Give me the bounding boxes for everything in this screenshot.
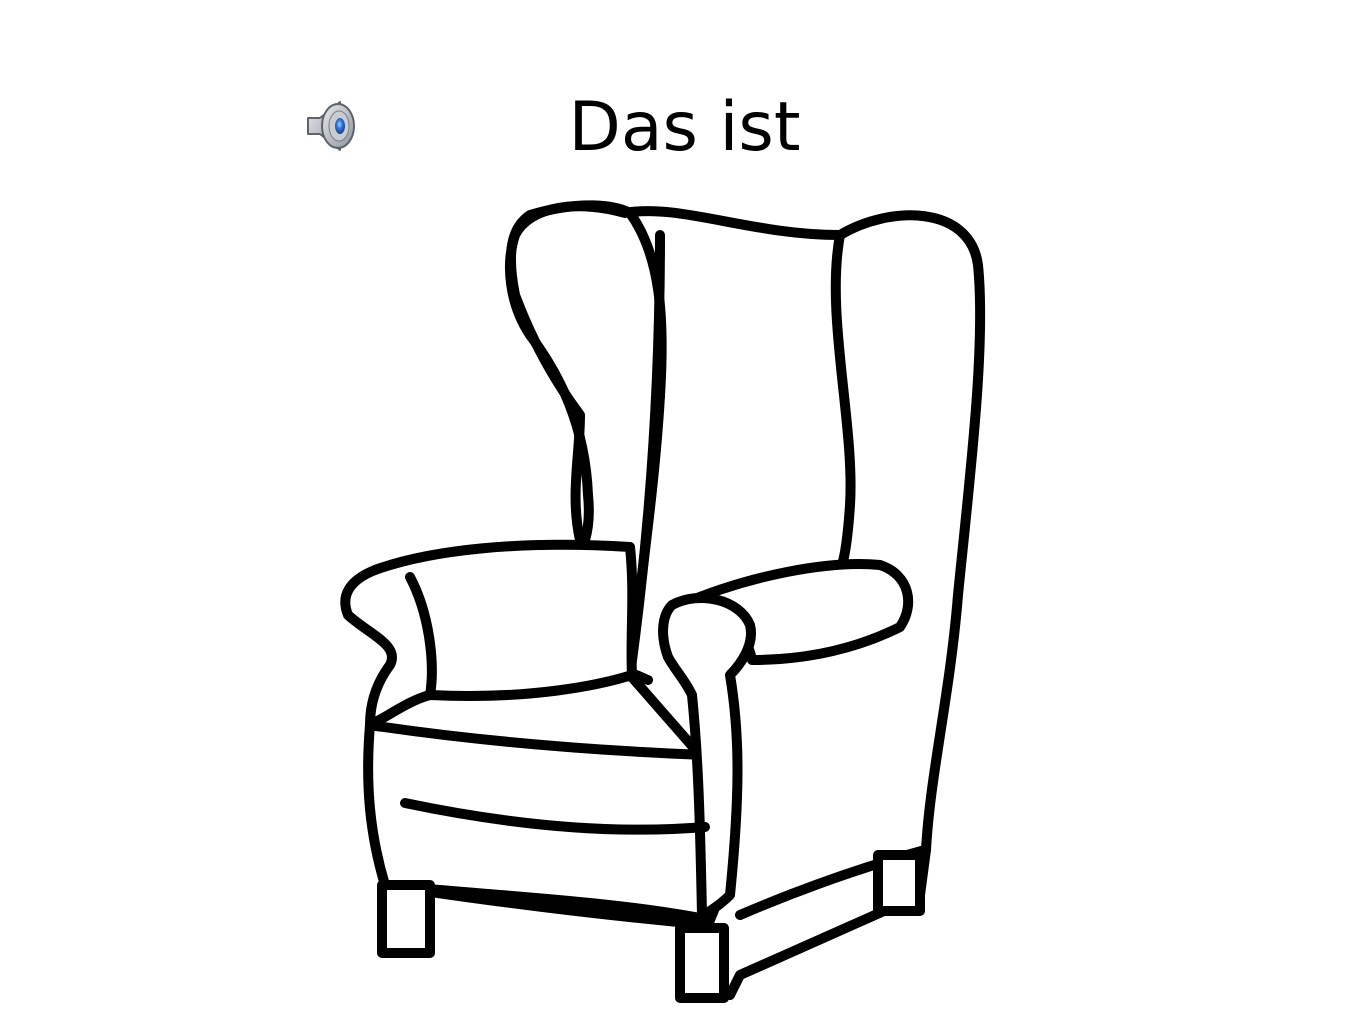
- armchair-illustration: [330, 195, 1000, 1010]
- slide-title: Das ist: [568, 88, 801, 167]
- armchair-icon: [340, 200, 986, 1003]
- slide: Das ist: [0, 0, 1365, 1024]
